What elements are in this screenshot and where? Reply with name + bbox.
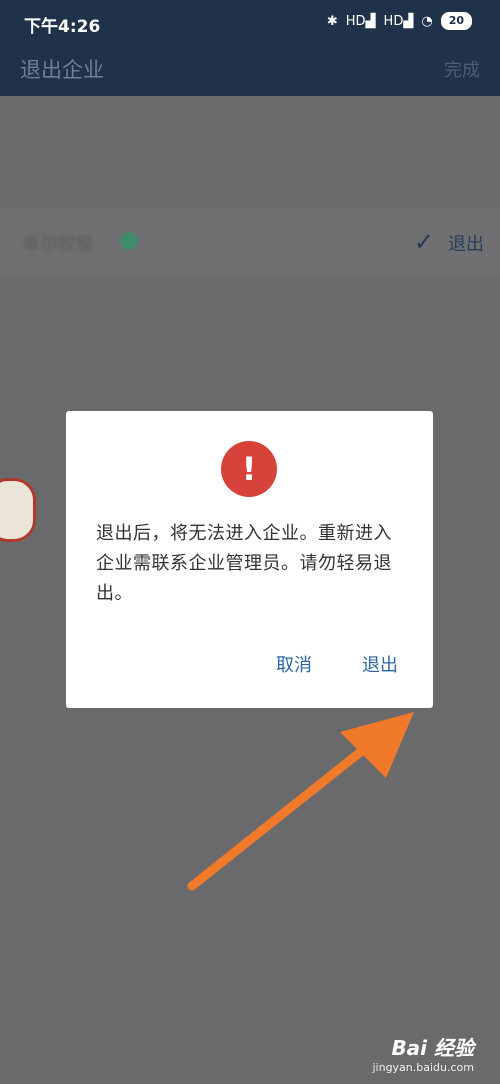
cancel-button[interactable]: 取消	[276, 651, 312, 677]
status-icons: ✱ HD▟ HD▟ ◔ 20	[327, 12, 472, 30]
watermark-brand: Bai 经验	[391, 1036, 474, 1060]
row-exit-button[interactable]: 退出	[448, 230, 484, 256]
status-time: 下午4:26	[24, 17, 101, 37]
alert-icon: !	[221, 441, 277, 497]
confirm-dialog: ! 退出后，将无法进入企业。重新进入企业需联系企业管理员。请勿轻易退出。 取消 …	[66, 411, 433, 708]
done-button[interactable]: 完成	[444, 56, 480, 82]
wifi-icon: ◔	[421, 13, 433, 29]
bluetooth-icon: ✱	[326, 13, 338, 29]
app-bar: 退出企业 完成	[0, 44, 500, 96]
signal-1-icon: HD▟	[345, 13, 376, 29]
watermark: Bai 经验 jingyan.baidu.com	[372, 1032, 474, 1074]
page-title: 退出企业	[20, 58, 104, 82]
status-bar: 下午4:26 ✱ HD▟ HD▟ ◔ 20	[0, 0, 500, 44]
signal-2-icon: HD▟	[383, 13, 414, 29]
floating-mascot-icon[interactable]	[0, 478, 36, 542]
verified-badge-icon	[120, 232, 138, 250]
enterprise-row[interactable]: 卓尔控股 ✓ 退出	[0, 208, 500, 276]
check-icon: ✓	[413, 228, 434, 256]
enterprise-name: 卓尔控股	[22, 234, 94, 255]
confirm-exit-button[interactable]: 退出	[362, 651, 398, 677]
dialog-message: 退出后，将无法进入企业。重新进入企业需联系企业管理员。请勿轻易退出。	[96, 523, 392, 604]
battery-icon: 20	[440, 12, 472, 30]
watermark-url: jingyan.baidu.com	[372, 1061, 474, 1074]
